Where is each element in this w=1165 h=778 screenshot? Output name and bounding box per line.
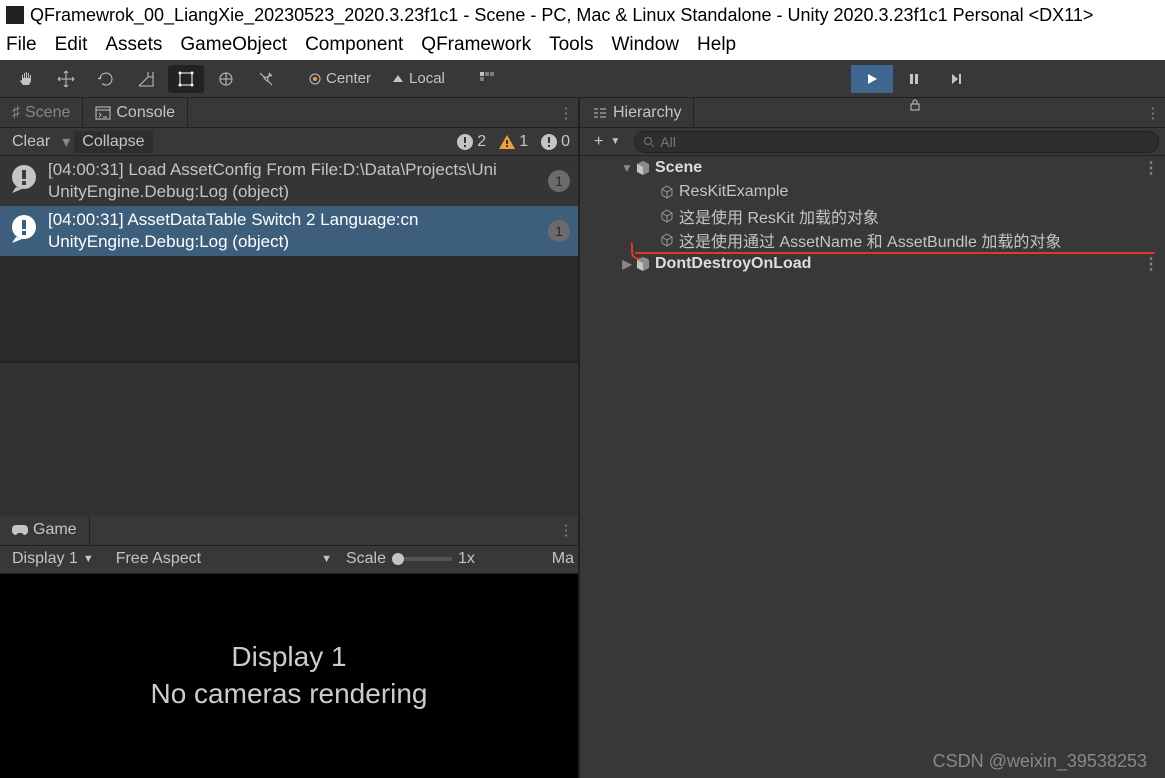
main-toolbar: Center Local xyxy=(0,60,1165,98)
gameobject-row[interactable]: 这是使用通过 AssetName 和 AssetBundle 加载的对象 xyxy=(580,228,1165,252)
info-bubble-icon xyxy=(540,133,558,151)
pivot-toggle-button[interactable]: Center xyxy=(300,65,379,93)
rotate-tool-button[interactable] xyxy=(88,65,124,93)
cube-outline-icon xyxy=(658,185,676,199)
console-entry[interactable]: [04:00:31] Load AssetConfig From File:D:… xyxy=(0,156,578,206)
aspect-dropdown[interactable]: Free Aspect▼ xyxy=(108,548,340,570)
scale-label: Scale xyxy=(346,550,386,568)
scene-row[interactable]: ▼ Scene ⋮ xyxy=(580,156,1165,180)
play-button[interactable] xyxy=(851,65,893,93)
snap-button[interactable] xyxy=(469,65,505,93)
lock-icon[interactable] xyxy=(908,98,922,127)
menu-tools[interactable]: Tools xyxy=(549,34,593,56)
log-msg-line2: UnityEngine.Debug:Log (object) xyxy=(48,231,540,253)
gameobject-row[interactable]: 这是使用 ResKit 加载的对象 xyxy=(580,204,1165,228)
window-title: QFramewrok_00_LiangXie_20230523_2020.3.2… xyxy=(30,5,1093,26)
handle-toggle-button[interactable]: Local xyxy=(383,65,453,93)
clear-button[interactable]: Clear xyxy=(4,131,58,153)
expand-toggle-icon[interactable]: ▶ xyxy=(620,257,634,271)
info-bubble-icon xyxy=(8,163,40,195)
scale-value: 1x xyxy=(458,550,475,568)
menu-edit[interactable]: Edit xyxy=(55,34,88,56)
menu-qframework[interactable]: QFramework xyxy=(421,34,531,56)
chevron-down-icon: ▼ xyxy=(610,136,620,147)
game-view: Display 1 No cameras rendering xyxy=(0,574,578,778)
tab-hierarchy[interactable]: Hierarchy xyxy=(580,98,694,127)
log-msg-line1: [04:00:31] Load AssetConfig From File:D:… xyxy=(48,159,540,181)
hierarchy-toolbar: +▼ All xyxy=(580,128,1165,156)
scene-row[interactable]: ▶ DontDestroyOnLoad ⋮ xyxy=(580,252,1165,276)
log-count-badge: 1 xyxy=(548,170,570,192)
scene-grid-icon: ♯ xyxy=(12,104,20,122)
info-count-toggle[interactable]: 0 xyxy=(536,131,574,153)
warning-triangle-icon xyxy=(498,133,516,151)
transform-tool-button[interactable] xyxy=(208,65,244,93)
info-bubble-icon xyxy=(8,213,40,245)
tab-game[interactable]: Game xyxy=(0,516,90,545)
create-dropdown-button[interactable]: +▼ xyxy=(586,131,628,153)
hand-tool-button[interactable] xyxy=(8,65,44,93)
scale-tool-button[interactable] xyxy=(128,65,164,93)
expand-toggle-icon[interactable]: ▼ xyxy=(620,161,634,175)
chevron-down-icon: ▼ xyxy=(321,553,332,565)
display-dropdown[interactable]: Display 1▼ xyxy=(4,548,102,570)
log-msg-line2: UnityEngine.Debug:Log (object) xyxy=(48,181,540,203)
maximize-label[interactable]: Ma xyxy=(552,550,574,568)
game-tabs: Game ⋮ xyxy=(0,516,578,546)
console-entries[interactable]: [04:00:31] Load AssetConfig From File:D:… xyxy=(0,156,578,361)
panel-menu-button[interactable]: ⋮ xyxy=(1141,98,1165,127)
cube-outline-icon xyxy=(658,233,676,247)
hierarchy-icon xyxy=(592,106,608,120)
row-menu-button[interactable]: ⋮ xyxy=(1143,158,1159,178)
rect-tool-button[interactable] xyxy=(168,65,204,93)
menu-component[interactable]: Component xyxy=(305,34,403,56)
menu-window[interactable]: Window xyxy=(611,34,679,56)
right-tabs: Hierarchy ⋮ xyxy=(580,98,1165,128)
menu-assets[interactable]: Assets xyxy=(105,34,162,56)
left-tabs: ♯Scene Console ⋮ xyxy=(0,98,578,128)
gamepad-icon xyxy=(12,523,28,537)
unity-scene-icon xyxy=(634,160,652,176)
console-entry[interactable]: [04:00:31] AssetDataTable Switch 2 Langu… xyxy=(0,206,578,256)
menubar: File Edit Assets GameObject Component QF… xyxy=(0,30,1165,60)
move-tool-button[interactable] xyxy=(48,65,84,93)
game-no-camera-msg: Display 1 No cameras rendering xyxy=(150,639,427,712)
unity-logo-icon xyxy=(6,6,24,24)
unity-scene-icon xyxy=(634,256,652,272)
clear-dropdown-icon[interactable]: ▾ xyxy=(62,132,70,152)
scale-slider[interactable] xyxy=(392,557,452,561)
log-count-badge: 1 xyxy=(548,220,570,242)
log-msg-line1: [04:00:31] AssetDataTable Switch 2 Langu… xyxy=(48,209,540,231)
chevron-down-icon: ▼ xyxy=(83,553,94,565)
error-count-toggle[interactable]: 2 xyxy=(452,131,490,153)
hierarchy-search-input[interactable]: All xyxy=(634,131,1159,153)
error-exclaim-icon xyxy=(456,133,474,151)
pause-button[interactable] xyxy=(893,65,935,93)
tab-scene[interactable]: ♯Scene xyxy=(0,98,83,127)
search-icon xyxy=(643,136,655,148)
custom-tool-button[interactable] xyxy=(248,65,284,93)
panel-menu-button[interactable]: ⋮ xyxy=(554,98,578,127)
menu-gameobject[interactable]: GameObject xyxy=(180,34,287,56)
console-toolbar: Clear ▾ Collapse 2 1 0 xyxy=(0,128,578,156)
step-button[interactable] xyxy=(935,65,977,93)
gameobject-row[interactable]: ResKitExample xyxy=(580,180,1165,204)
menu-file[interactable]: File xyxy=(6,34,37,56)
console-icon xyxy=(95,105,111,121)
menu-help[interactable]: Help xyxy=(697,34,736,56)
tab-console[interactable]: Console xyxy=(83,98,188,127)
window-titlebar: QFramewrok_00_LiangXie_20230523_2020.3.2… xyxy=(0,0,1165,30)
hierarchy-tree[interactable]: ▼ Scene ⋮ ResKitExample 这是使用 ResKit 加载的对… xyxy=(580,156,1165,778)
collapse-button[interactable]: Collapse xyxy=(74,131,152,153)
cube-outline-icon xyxy=(658,209,676,223)
watermark-text: CSDN @weixin_39538253 xyxy=(933,751,1147,772)
console-detail-panel xyxy=(0,361,578,516)
warning-count-toggle[interactable]: 1 xyxy=(494,131,532,153)
row-menu-button[interactable]: ⋮ xyxy=(1143,254,1159,274)
panel-menu-button[interactable]: ⋮ xyxy=(554,516,578,545)
game-toolbar: Display 1▼ Free Aspect▼ Scale 1x Ma xyxy=(0,546,578,574)
